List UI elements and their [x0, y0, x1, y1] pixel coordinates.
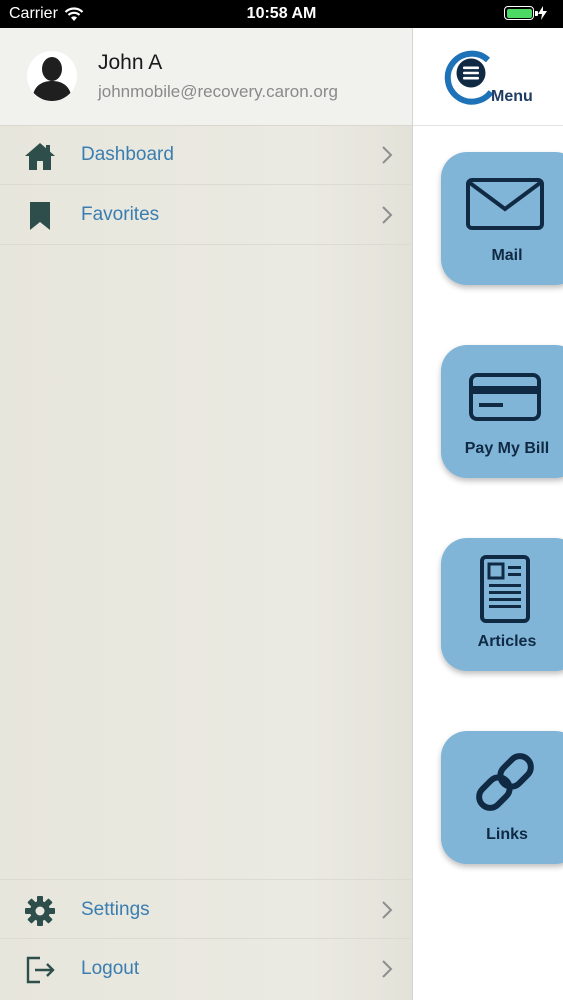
drawer-item-logout[interactable]: Logout [0, 939, 413, 999]
drawer-item-dashboard[interactable]: Dashboard [0, 125, 413, 185]
drawer-item-label: Favorites [81, 204, 160, 225]
chevron-right-icon [382, 901, 393, 919]
tile-articles[interactable]: Articles [441, 538, 563, 671]
tile-pay-my-bill[interactable]: Pay My Bill [441, 345, 563, 478]
clock: 10:58 AM [246, 5, 317, 22]
profile-header[interactable]: John A johnmobile@recovery.caron.org [0, 28, 412, 126]
drawer-item-label: Dashboard [81, 144, 174, 165]
drawer-item-favorites[interactable]: Favorites [0, 185, 413, 245]
battery-indicator [504, 6, 547, 20]
menu-label: Menu [491, 88, 533, 105]
tile-links[interactable]: Links [441, 731, 563, 864]
bookmark-icon [30, 202, 50, 230]
person-silhouette-icon [27, 51, 77, 101]
avatar [27, 51, 77, 101]
battery-icon [504, 6, 538, 20]
tile-label: Links [486, 826, 528, 843]
drawer-item-settings[interactable]: Settings [0, 879, 413, 939]
link-icon [476, 753, 534, 811]
gear-icon [25, 896, 55, 926]
article-icon [480, 555, 530, 623]
logout-icon [26, 956, 55, 984]
mail-icon [466, 178, 544, 230]
credit-card-icon [469, 373, 541, 421]
side-drawer: John A johnmobile@recovery.caron.org Das… [0, 28, 413, 1000]
chevron-right-icon [382, 960, 393, 978]
main-content-peek: Menu Mail Pay My Bill Articles Links [413, 28, 563, 1000]
drawer-item-label: Logout [81, 958, 140, 979]
tile-mail[interactable]: Mail [441, 152, 563, 285]
chevron-right-icon [382, 206, 393, 224]
user-email: johnmobile@recovery.caron.org [98, 82, 338, 101]
menu-toggle-button[interactable]: Menu [413, 28, 563, 126]
tile-label: Articles [477, 633, 537, 650]
user-name: John A [98, 51, 163, 74]
home-icon [25, 143, 55, 170]
chevron-right-icon [382, 146, 393, 164]
tile-label: Mail [491, 247, 523, 264]
drawer-item-label: Settings [81, 899, 150, 920]
charging-bolt-icon [538, 6, 547, 20]
status-bar: Carrier 10:58 AM [0, 0, 563, 28]
tile-label: Pay My Bill [464, 440, 550, 457]
